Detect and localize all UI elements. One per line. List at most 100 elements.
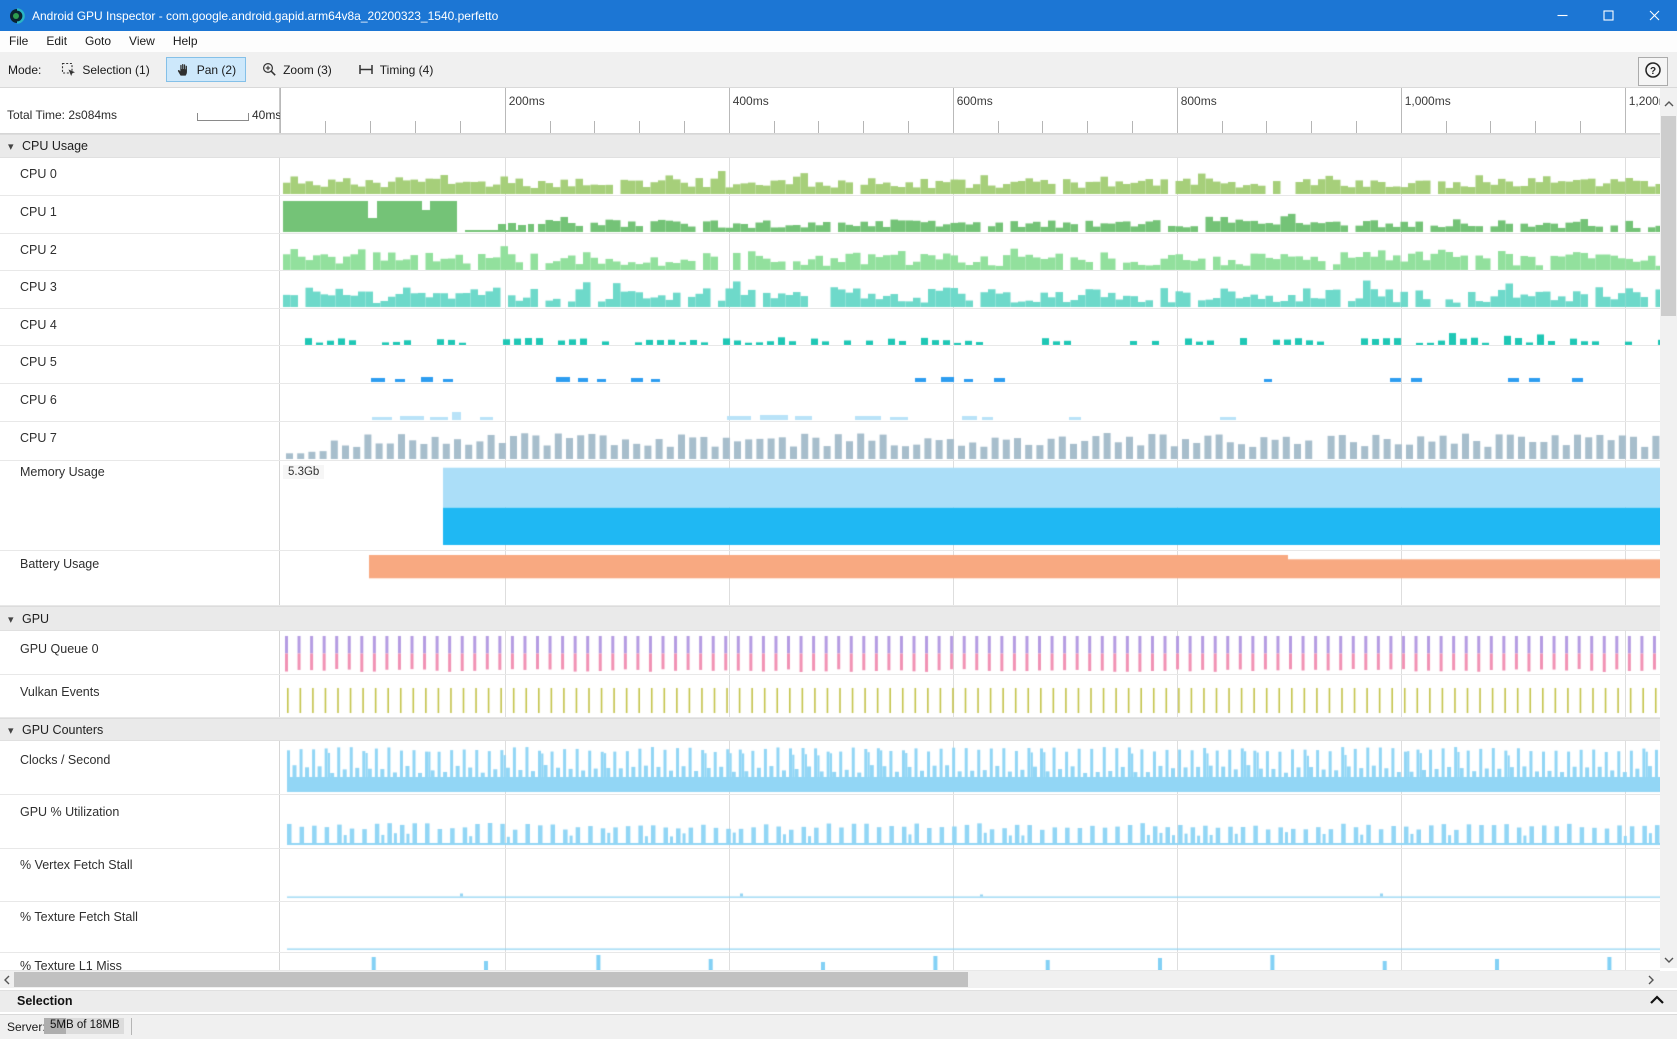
group-header-label: GPU Counters bbox=[22, 723, 103, 737]
scroll-up-arrow-icon[interactable] bbox=[1660, 96, 1677, 112]
horizontal-scroll-thumb[interactable] bbox=[14, 972, 968, 987]
ruler-tick-label: 1,000ms bbox=[1405, 94, 1451, 108]
pan-icon bbox=[176, 62, 191, 77]
track-label-cpu-1[interactable]: CPU 1 bbox=[20, 205, 57, 219]
ruler-minor-tick bbox=[774, 121, 775, 133]
track-label-pct-texture-l1-miss[interactable]: % Texture L1 Miss bbox=[20, 959, 122, 971]
server-memory-text: 5MB of 18MB bbox=[50, 1019, 120, 1031]
scroll-left-arrow-icon[interactable] bbox=[0, 971, 14, 988]
ruler-tick-label: 600ms bbox=[957, 94, 993, 108]
track-label-cpu-4[interactable]: CPU 4 bbox=[20, 318, 57, 332]
scroll-down-arrow-icon[interactable] bbox=[1660, 952, 1677, 968]
track-label-cpu-2[interactable]: CPU 2 bbox=[20, 243, 57, 257]
track-label-vulkan-events[interactable]: Vulkan Events bbox=[20, 685, 99, 699]
mode-button-timing[interactable]: Timing (4) bbox=[348, 57, 444, 82]
track-row-battery-usage: Battery Usage bbox=[0, 551, 1660, 606]
track-label-gpu-pct-utilization[interactable]: GPU % Utilization bbox=[20, 805, 119, 819]
track-row-cpu-6: CPU 6 bbox=[0, 384, 1660, 422]
menu-item-view[interactable]: View bbox=[120, 31, 164, 52]
track-label-pct-vertex-fetch-stall[interactable]: % Vertex Fetch Stall bbox=[20, 858, 133, 872]
horizontal-scrollbar[interactable] bbox=[0, 971, 1660, 988]
status-bar: Server: 5MB of 18MB bbox=[0, 1014, 1677, 1039]
track-chart-gpu-queue-0[interactable] bbox=[280, 631, 1660, 674]
ruler-minor-tick bbox=[908, 121, 909, 133]
server-label: Server: bbox=[7, 1020, 46, 1034]
mode-button-label: Timing (4) bbox=[380, 63, 434, 77]
zoom-icon bbox=[262, 62, 277, 77]
group-header-label: CPU Usage bbox=[22, 139, 88, 153]
ruler-minor-tick bbox=[594, 121, 595, 133]
track-value-label: 5.3Gb bbox=[283, 465, 324, 479]
track-chart-battery-usage[interactable] bbox=[280, 551, 1660, 605]
track-chart-cpu-6[interactable] bbox=[280, 384, 1660, 421]
group-header-gpu-counters[interactable]: ▾GPU Counters bbox=[0, 718, 1660, 741]
track-chart-cpu-1[interactable] bbox=[280, 196, 1660, 233]
ruler-minor-tick bbox=[550, 121, 551, 133]
track-chart-cpu-4[interactable] bbox=[280, 309, 1660, 346]
track-area[interactable]: ▾CPU Usage CPU 0 CPU 1 CPU 2 CPU 3 CPU 4 CPU 5… bbox=[0, 134, 1677, 971]
track-row-vulkan-events: Vulkan Events bbox=[0, 675, 1660, 718]
group-header-cpu-usage[interactable]: ▾CPU Usage bbox=[0, 134, 1660, 158]
ruler-minor-tick bbox=[1087, 121, 1088, 133]
menu-item-edit[interactable]: Edit bbox=[37, 31, 76, 52]
ruler-minor-tick bbox=[998, 121, 999, 133]
track-label-cpu-0[interactable]: CPU 0 bbox=[20, 167, 57, 181]
track-label-memory-usage[interactable]: Memory Usage bbox=[20, 465, 105, 479]
help-button[interactable]: ? bbox=[1638, 57, 1668, 86]
ruler-minor-tick bbox=[684, 121, 685, 133]
maximize-button[interactable] bbox=[1585, 0, 1631, 31]
mode-button-zoom[interactable]: Zoom (3) bbox=[252, 57, 342, 82]
track-chart-pct-texture-fetch-stall[interactable] bbox=[280, 902, 1660, 952]
mode-button-selection[interactable]: Selection (1) bbox=[51, 57, 159, 82]
collapse-panel-chevron-icon[interactable] bbox=[1649, 994, 1665, 1008]
group-header-gpu[interactable]: ▾GPU bbox=[0, 606, 1660, 631]
ruler-minor-tick bbox=[639, 121, 640, 133]
svg-text:?: ? bbox=[1650, 66, 1656, 77]
title-bar[interactable]: Android GPU Inspector - com.google.andro… bbox=[0, 0, 1677, 31]
track-label-gpu-queue-0[interactable]: GPU Queue 0 bbox=[20, 642, 99, 656]
track-label-battery-usage[interactable]: Battery Usage bbox=[20, 557, 99, 571]
window-title: Android GPU Inspector - com.google.andro… bbox=[32, 9, 498, 23]
ruler-tick-label: 400ms bbox=[733, 94, 769, 108]
close-button[interactable] bbox=[1631, 0, 1677, 31]
mode-button-pan[interactable]: Pan (2) bbox=[166, 57, 246, 82]
scroll-right-arrow-icon[interactable] bbox=[1644, 971, 1658, 988]
track-chart-cpu-5[interactable] bbox=[280, 346, 1660, 383]
track-label-cpu-5[interactable]: CPU 5 bbox=[20, 355, 57, 369]
track-chart-memory-usage[interactable] bbox=[280, 461, 1660, 550]
ruler-minor-tick bbox=[1311, 121, 1312, 133]
track-chart-gpu-pct-utilization[interactable] bbox=[280, 795, 1660, 848]
ruler-tick-label: 800ms bbox=[1181, 94, 1217, 108]
track-label-cpu-3[interactable]: CPU 3 bbox=[20, 280, 57, 294]
mode-button-label: Selection (1) bbox=[82, 63, 149, 77]
track-chart-cpu-2[interactable] bbox=[280, 234, 1660, 271]
menu-item-file[interactable]: File bbox=[0, 31, 37, 52]
vertical-scrollbar[interactable] bbox=[1660, 88, 1677, 968]
track-chart-cpu-0[interactable] bbox=[280, 158, 1660, 195]
track-chart-clocks-per-second[interactable] bbox=[280, 741, 1660, 794]
track-label-cpu-7[interactable]: CPU 7 bbox=[20, 431, 57, 445]
timeline-ruler[interactable]: Total Time: 2s084ms 40ms 200ms400ms600ms… bbox=[0, 88, 1677, 134]
menu-item-goto[interactable]: Goto bbox=[76, 31, 120, 52]
track-label-pct-texture-fetch-stall[interactable]: % Texture Fetch Stall bbox=[20, 910, 138, 924]
mode-button-label: Pan (2) bbox=[197, 63, 236, 77]
ruler-minor-tick bbox=[1356, 121, 1357, 133]
menu-item-help[interactable]: Help bbox=[164, 31, 207, 52]
track-chart-pct-texture-l1-miss[interactable] bbox=[280, 953, 1660, 970]
ruler-minor-tick bbox=[1535, 121, 1536, 133]
ruler-minor-tick bbox=[1042, 121, 1043, 133]
track-label-cpu-6[interactable]: CPU 6 bbox=[20, 393, 57, 407]
minimize-button[interactable] bbox=[1539, 0, 1585, 31]
track-label-clocks-per-second[interactable]: Clocks / Second bbox=[20, 753, 110, 767]
track-row-pct-texture-l1-miss: % Texture L1 Miss bbox=[0, 953, 1660, 971]
ruler-major-tick bbox=[1625, 88, 1626, 134]
ruler-major-tick bbox=[1401, 88, 1402, 134]
track-chart-cpu-3[interactable] bbox=[280, 271, 1660, 308]
track-chart-pct-vertex-fetch-stall[interactable] bbox=[280, 849, 1660, 901]
ruler-major-tick bbox=[729, 88, 730, 134]
ruler-minor-tick bbox=[1446, 121, 1447, 133]
track-chart-vulkan-events[interactable] bbox=[280, 675, 1660, 717]
vertical-scroll-thumb[interactable] bbox=[1661, 116, 1676, 316]
ruler-minor-tick bbox=[415, 121, 416, 133]
track-chart-cpu-7[interactable] bbox=[280, 422, 1660, 460]
